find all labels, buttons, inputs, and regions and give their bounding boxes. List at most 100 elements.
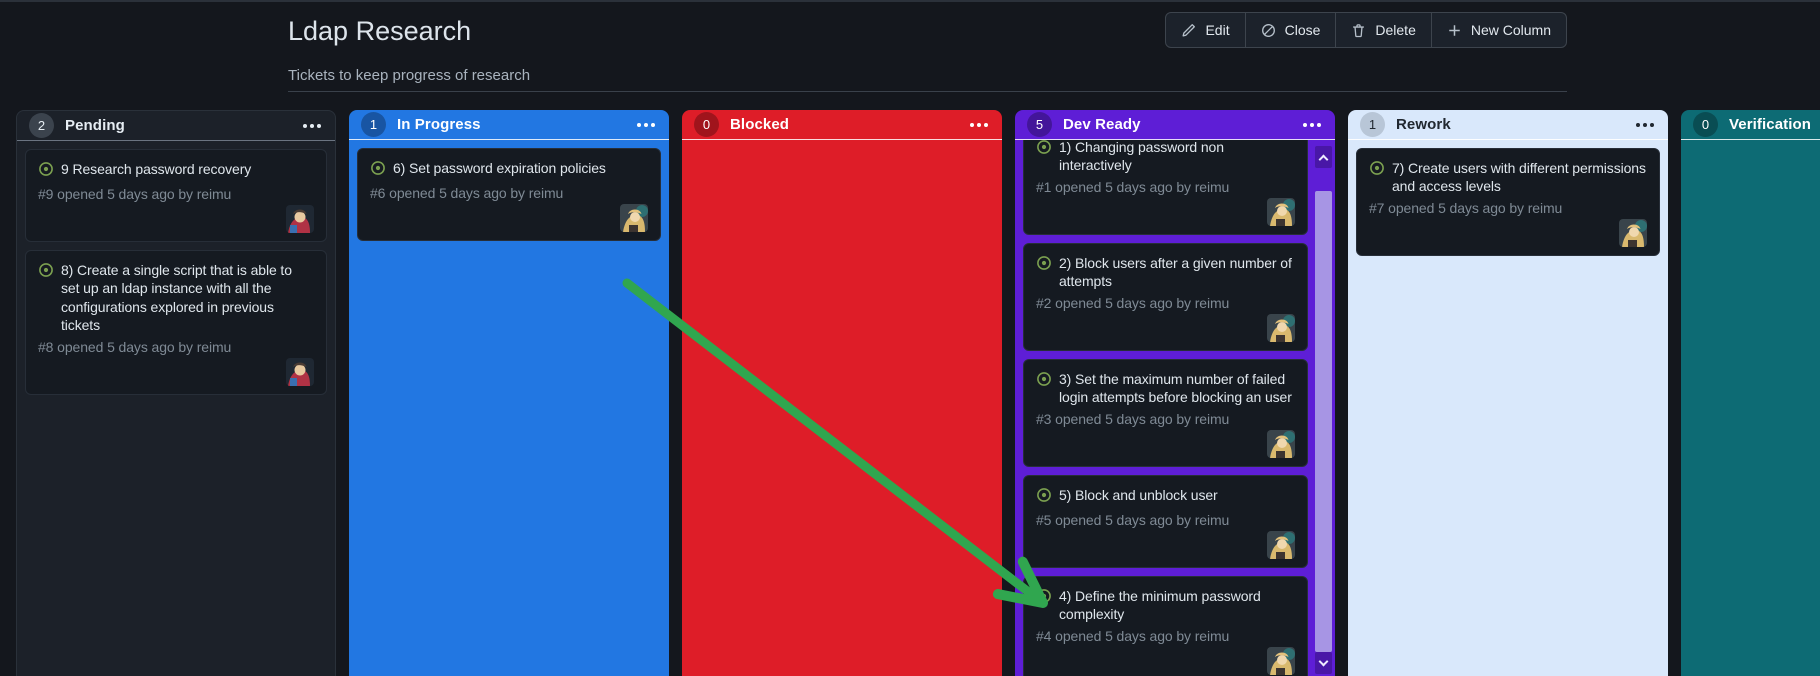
plus-icon xyxy=(1447,23,1462,38)
column-scrollbar[interactable] xyxy=(1315,146,1332,674)
issue-open-icon xyxy=(38,262,54,283)
issue-card-title[interactable]: 2) Block users after a given number of a… xyxy=(1059,254,1295,291)
chevron-up-icon xyxy=(1318,154,1329,164)
new-column-button[interactable]: New Column xyxy=(1430,13,1566,47)
kanban-board: 2 Pending 9 Research password recovery #… xyxy=(16,110,1820,676)
assignee-avatar[interactable] xyxy=(1267,429,1295,458)
issue-card-title[interactable]: 8) Create a single script that is able t… xyxy=(61,261,314,335)
issue-card[interactable]: 1) Changing password non interactively #… xyxy=(1023,140,1308,235)
issue-open-icon xyxy=(1036,255,1052,276)
issue-card[interactable]: 6) Set password expiration policies #6 o… xyxy=(357,148,661,241)
column-menu-button[interactable] xyxy=(1301,117,1323,133)
issue-card[interactable]: 3) Set the maximum number of failed logi… xyxy=(1023,358,1308,467)
issue-open-icon xyxy=(1036,371,1052,392)
scrollbar-up-button[interactable] xyxy=(1315,146,1332,168)
issue-card-title[interactable]: 6) Set password expiration policies xyxy=(393,159,606,177)
column-title: Dev Ready xyxy=(1063,116,1141,133)
column-header: 2 Pending xyxy=(17,111,335,140)
chevron-down-icon xyxy=(1318,656,1329,666)
pencil-icon xyxy=(1181,23,1196,38)
column-title: In Progress xyxy=(397,116,481,133)
assignee-avatar[interactable] xyxy=(1267,197,1295,226)
close-button[interactable]: Close xyxy=(1244,13,1336,47)
issue-card-meta: #1 opened 5 days ago by reimu xyxy=(1036,178,1230,195)
assignee-avatar[interactable] xyxy=(620,204,648,232)
column-title: Rework xyxy=(1396,116,1451,133)
column-count-badge: 0 xyxy=(694,112,719,137)
issue-card-meta: #6 opened 5 days ago by reimu xyxy=(370,185,564,201)
board-column-dev-ready: 5 Dev Ready 1) Changing password non int… xyxy=(1015,110,1335,676)
header-action-group: Edit Close Delete New Column xyxy=(1165,12,1567,48)
issue-card[interactable]: 7) Create users with different permissio… xyxy=(1356,148,1660,256)
board-column-blocked: 0 Blocked xyxy=(682,110,1002,676)
issue-card[interactable]: 5) Block and unblock user #5 opened 5 da… xyxy=(1023,474,1308,568)
column-count-badge: 1 xyxy=(361,112,386,137)
assignee-avatar[interactable] xyxy=(1267,530,1295,559)
assignee-avatar[interactable] xyxy=(1619,218,1647,247)
column-title: Blocked xyxy=(730,116,790,133)
scrollbar-down-button[interactable] xyxy=(1315,652,1332,674)
issue-open-icon xyxy=(370,160,386,181)
assignee-avatar[interactable] xyxy=(1267,646,1295,675)
column-count-badge: 0 xyxy=(1693,112,1718,137)
column-title: Pending xyxy=(65,117,125,134)
trash-icon xyxy=(1351,23,1366,38)
circle-slash-icon xyxy=(1261,23,1276,38)
scrollbar-thumb[interactable] xyxy=(1315,191,1332,652)
column-header: 0 Verification xyxy=(1681,110,1820,139)
page-title: Ldap Research xyxy=(288,16,472,46)
column-card-list: 7) Create users with different permissio… xyxy=(1348,140,1668,676)
assignee-avatar[interactable] xyxy=(1267,313,1295,342)
scrollbar-track[interactable] xyxy=(1315,168,1332,191)
header-divider xyxy=(288,91,1567,92)
board-column-rework: 1 Rework 7) Create users with different … xyxy=(1348,110,1668,676)
issue-card-title[interactable]: 5) Block and unblock user xyxy=(1059,486,1218,504)
column-card-list: 1) Changing password non interactively #… xyxy=(1015,140,1335,676)
issue-card-title[interactable]: 1) Changing password non interactively xyxy=(1059,140,1295,175)
issue-card[interactable]: 4) Define the minimum password complexit… xyxy=(1023,575,1308,676)
issue-card-meta: #5 opened 5 days ago by reimu xyxy=(1036,511,1230,528)
delete-button[interactable]: Delete xyxy=(1335,13,1430,47)
column-card-list: 9 Research password recovery #9 opened 5… xyxy=(17,141,335,676)
issue-open-icon xyxy=(38,161,54,182)
assignee-avatar[interactable] xyxy=(286,357,314,386)
issue-card-meta: #2 opened 5 days ago by reimu xyxy=(1036,294,1230,311)
column-header: 5 Dev Ready xyxy=(1015,110,1335,139)
issue-open-icon xyxy=(1369,160,1385,181)
issue-card-meta: #8 opened 5 days ago by reimu xyxy=(38,338,232,355)
action-button-label: Close xyxy=(1284,22,1321,38)
column-count-badge: 5 xyxy=(1027,112,1052,137)
project-board-screen: Ldap Research Tickets to keep progress o… xyxy=(0,0,1820,676)
column-title: Verification xyxy=(1729,116,1812,133)
column-menu-button[interactable] xyxy=(1634,117,1656,133)
column-count-badge: 2 xyxy=(29,113,54,138)
column-menu-button[interactable] xyxy=(635,117,657,133)
issue-card-meta: #4 opened 5 days ago by reimu xyxy=(1036,627,1230,644)
issue-card-title[interactable]: 3) Set the maximum number of failed logi… xyxy=(1059,370,1295,407)
column-card-list: 6) Set password expiration policies #6 o… xyxy=(349,140,669,676)
column-header: 0 Blocked xyxy=(682,110,1002,139)
issue-card-meta: #9 opened 5 days ago by reimu xyxy=(38,186,232,202)
issue-card-title[interactable]: 4) Define the minimum password complexit… xyxy=(1059,587,1295,624)
issue-open-icon xyxy=(1036,140,1052,160)
issue-card-title[interactable]: 7) Create users with different permissio… xyxy=(1392,159,1647,196)
issue-card-meta: #7 opened 5 days ago by reimu xyxy=(1369,199,1563,216)
column-menu-button[interactable] xyxy=(968,117,990,133)
column-menu-button[interactable] xyxy=(301,118,323,134)
action-button-label: Delete xyxy=(1375,22,1416,38)
column-card-list xyxy=(1681,140,1820,676)
issue-open-icon xyxy=(1036,588,1052,609)
board-column-verification: 0 Verification xyxy=(1681,110,1820,676)
action-button-label: New Column xyxy=(1470,22,1551,38)
page-subtitle: Tickets to keep progress of research xyxy=(288,67,531,84)
issue-card[interactable]: 8) Create a single script that is able t… xyxy=(25,250,327,395)
column-count-badge: 1 xyxy=(1360,112,1385,137)
assignee-avatar[interactable] xyxy=(286,205,314,233)
board-column-pending: 2 Pending 9 Research password recovery #… xyxy=(16,110,336,676)
issue-card-title[interactable]: 9 Research password recovery xyxy=(61,160,251,178)
issue-card[interactable]: 9 Research password recovery #9 opened 5… xyxy=(25,149,327,242)
board-column-in-progress: 1 In Progress 6) Set password expiration… xyxy=(349,110,669,676)
edit-button[interactable]: Edit xyxy=(1166,13,1244,47)
issue-open-icon xyxy=(1036,487,1052,508)
issue-card[interactable]: 2) Block users after a given number of a… xyxy=(1023,242,1308,351)
